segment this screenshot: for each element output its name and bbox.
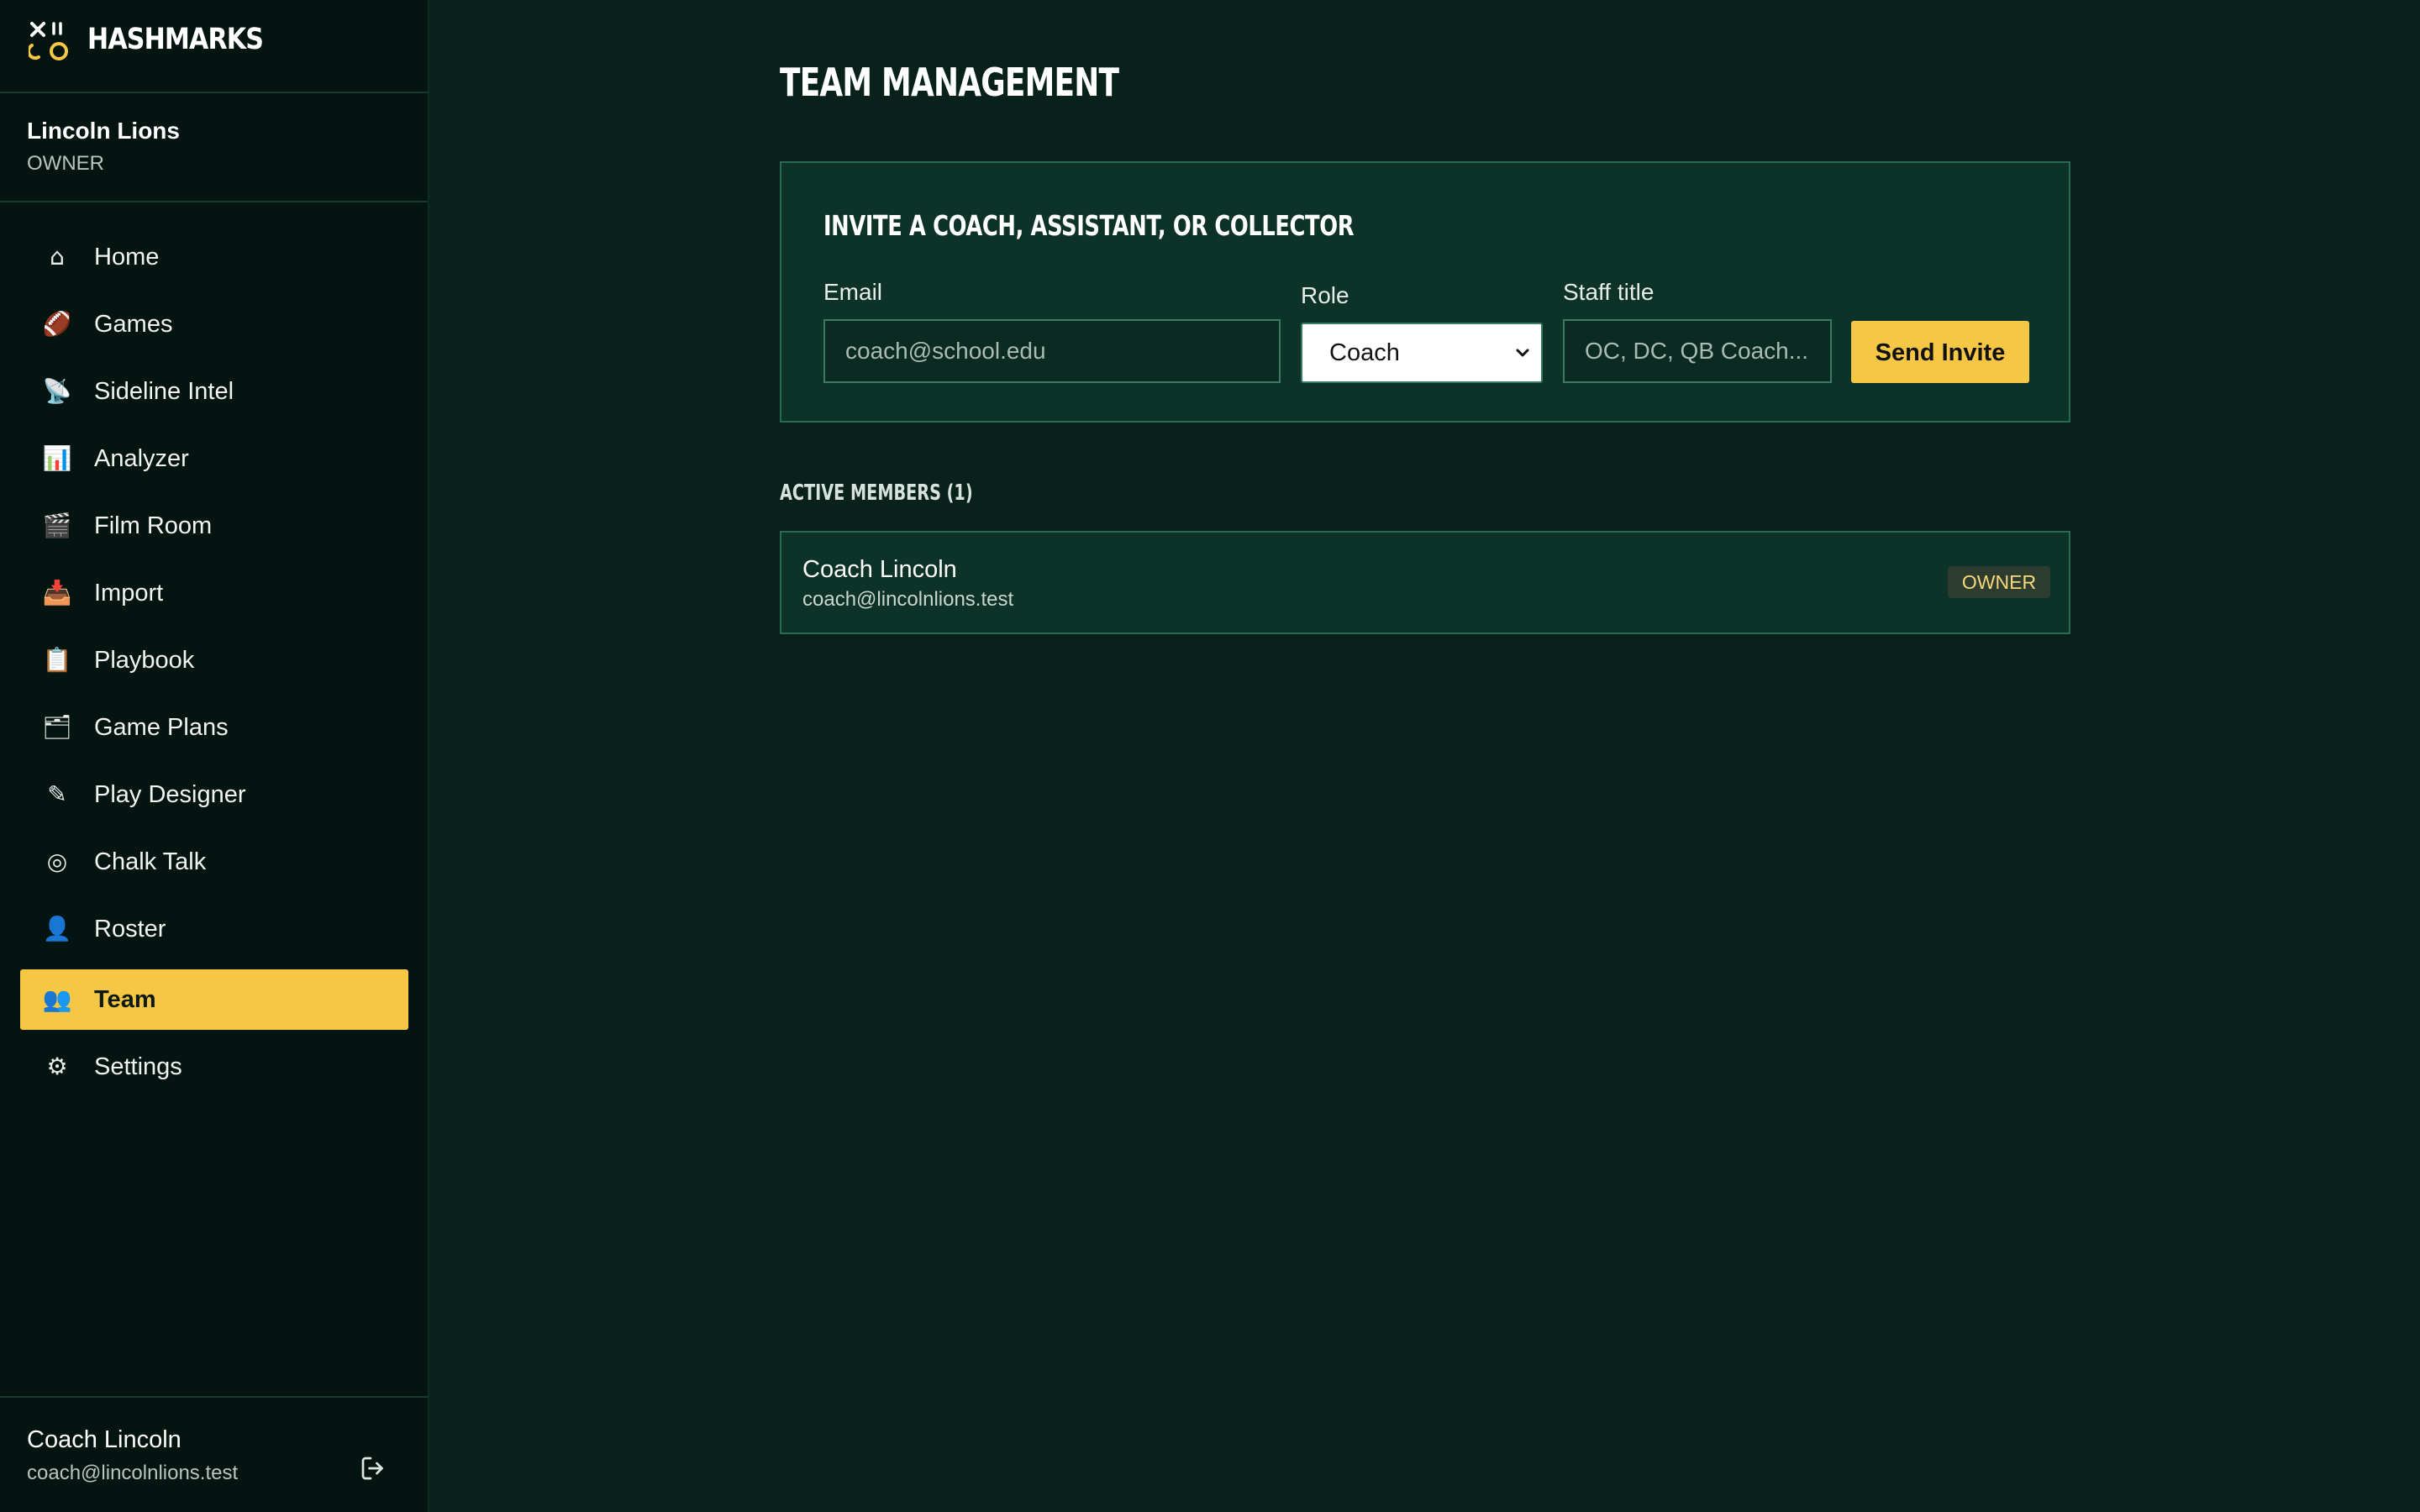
sidebar-item-team[interactable]: 👥 Team [20,969,408,1030]
target-icon: ◎ [46,848,68,875]
sidebar-item-label: Settings [94,1053,182,1080]
sidebar-item-label: Playbook [94,647,195,674]
sidebar-item-label: Analyzer [94,445,189,472]
sidebar-item-roster[interactable]: 👤 Roster [20,899,408,959]
users-icon: 👥 [42,985,72,1013]
sidebar-item-label: Game Plans [94,714,229,741]
logout-icon[interactable] [358,1453,388,1483]
sidebar-item-analyzer[interactable]: 📊 Analyzer [20,428,408,489]
role-select-value: Coach [1329,339,1400,366]
folder-dividers-icon: 🗂 [42,713,72,741]
sidebar-item-label: Play Designer [94,781,246,808]
member-name: Coach Lincoln [802,556,957,583]
sidebar-item-import[interactable]: 📥 Import [20,563,408,623]
invite-card: INVITE A COACH, ASSISTANT, OR COLLECTOR … [780,161,2070,423]
inbox-tray-icon: 📥 [42,579,72,606]
page-title: TEAM MANAGEMENT [780,60,1119,105]
bar-chart-icon: 📊 [42,444,72,472]
invite-heading: INVITE A COACH, ASSISTANT, OR COLLECTOR [823,209,1355,242]
sidebar-item-chalk-talk[interactable]: ◎ Chalk Talk [20,832,408,892]
member-email: coach@lincolnlions.test [802,588,1014,611]
sidebar-item-label: Roster [94,916,166,942]
sidebar-item-settings[interactable]: ⚙ Settings [20,1037,408,1097]
role-label: Role [1301,282,1349,308]
gear-icon: ⚙ [46,1053,68,1080]
send-invite-button[interactable]: Send Invite [1851,321,2029,383]
sidebar-item-label: Film Room [94,512,213,539]
satellite-dish-icon: 📡 [42,377,72,405]
app-root: HASHMARKS Lincoln Lions OWNER ⌂ Home 🏈 G… [0,0,2420,1512]
user-email: coach@lincolnlions.test [27,1462,239,1484]
sidebar-item-label: Import [94,580,164,606]
sidebar: HASHMARKS Lincoln Lions OWNER ⌂ Home 🏈 G… [0,0,429,1512]
email-input[interactable] [823,319,1281,383]
brand-header[interactable]: HASHMARKS [0,0,428,93]
football-icon: 🏈 [42,310,72,338]
sidebar-item-playbook[interactable]: 📋 Playbook [20,630,408,690]
user-icon: 👤 [42,915,72,942]
member-role-badge: OWNER [1948,566,2050,598]
sidebar-item-label: Games [94,311,173,338]
clapperboard-icon: 🎬 [42,512,72,539]
role-select[interactable]: Coach [1301,323,1543,383]
sidebar-item-label: Home [94,244,160,270]
user-name: Coach Lincoln [27,1426,182,1453]
sidebar-item-label: Chalk Talk [94,848,207,875]
staff-title-label: Staff title [1563,279,1655,305]
sidebar-item-home[interactable]: ⌂ Home [20,227,408,287]
sidebar-item-label: Sideline Intel [94,378,234,405]
home-icon: ⌂ [50,243,65,270]
sidebar-item-label: Team [94,986,156,1013]
chevron-down-icon [1516,349,1529,357]
team-switcher[interactable]: Lincoln Lions OWNER [0,93,428,202]
sidebar-item-sideline-intel[interactable]: 📡 Sideline Intel [20,361,408,422]
user-footer: Coach Lincoln coach@lincolnlions.test [0,1396,428,1512]
email-label: Email [823,279,883,305]
member-row: Coach Lincoln coach@lincolnlions.test OW… [780,531,2070,634]
active-members-heading: ACTIVE MEMBERS (1) [780,480,973,506]
pencil-icon: ✎ [47,780,67,808]
sidebar-item-film-room[interactable]: 🎬 Film Room [20,496,408,556]
hashmarks-logo-icon [29,22,68,60]
brand-name: HASHMARKS [87,23,264,56]
sidebar-item-play-designer[interactable]: ✎ Play Designer [20,764,408,825]
sidebar-item-game-plans[interactable]: 🗂 Game Plans [20,697,408,758]
sidebar-item-games[interactable]: 🏈 Games [20,294,408,354]
team-role: OWNER [27,152,104,175]
staff-title-input[interactable] [1563,319,1832,383]
clipboard-icon: 📋 [42,646,72,674]
team-name: Lincoln Lions [27,118,180,144]
